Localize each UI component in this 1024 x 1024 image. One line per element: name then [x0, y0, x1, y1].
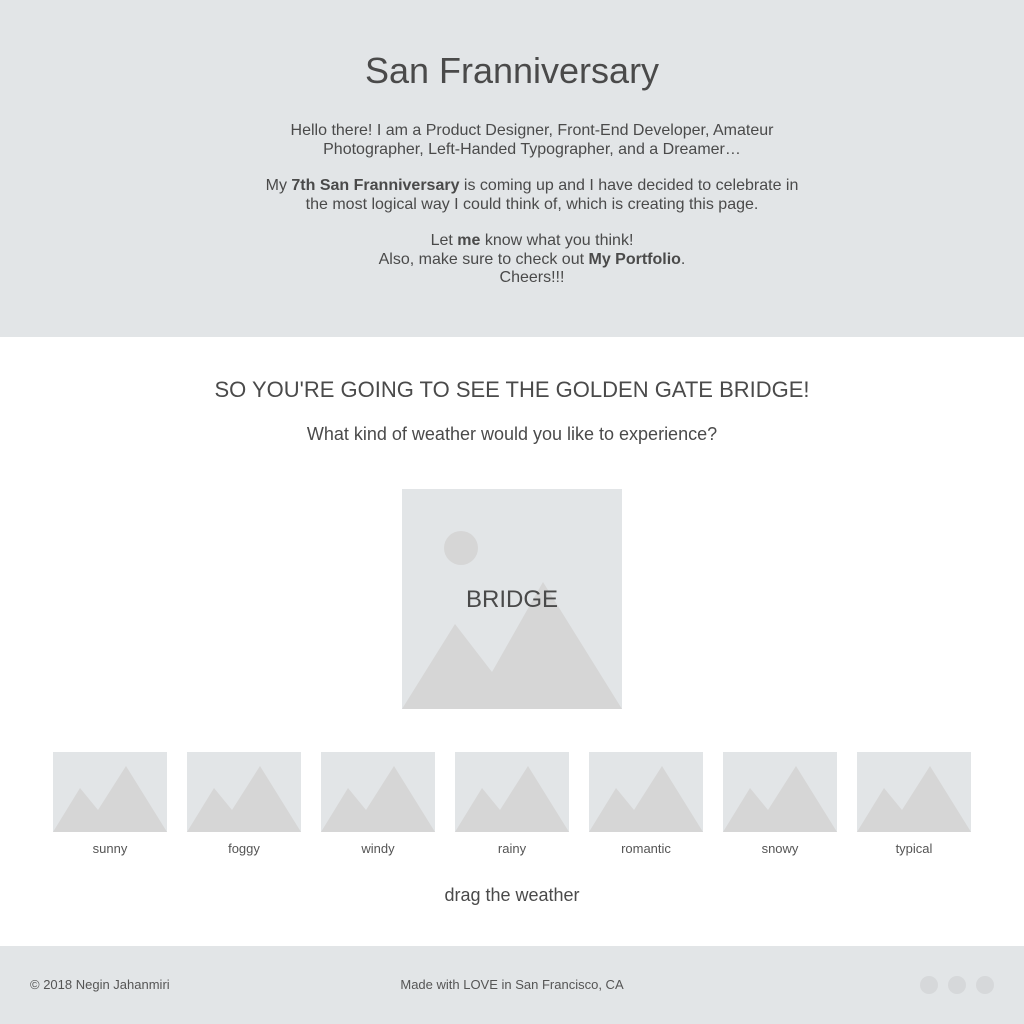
- weather-option-snowy[interactable]: snowy: [723, 752, 837, 856]
- footer: © 2018 Negin Jahanmiri Made with LOVE in…: [0, 946, 1024, 1024]
- portfolio-link[interactable]: My Portfolio: [588, 251, 680, 268]
- weather-thumbnail[interactable]: [857, 752, 971, 832]
- intro-paragraph-1: Hello there! I am a Product Designer, Fr…: [290, 122, 774, 158]
- weather-caption: typical: [895, 841, 933, 856]
- weather-option-foggy[interactable]: foggy: [187, 752, 301, 856]
- weather-thumbnail[interactable]: [321, 752, 435, 832]
- weather-option-sunny[interactable]: sunny: [53, 752, 167, 856]
- weather-thumbnail[interactable]: [53, 752, 167, 832]
- weather-caption: foggy: [228, 841, 260, 856]
- section-subheading: What kind of weather would you like to e…: [306, 424, 718, 444]
- social-link-2-icon[interactable]: [948, 976, 966, 994]
- intro-paragraph-2-start: My: [265, 177, 292, 194]
- know-text: know what you think!: [480, 232, 634, 249]
- bridge-drop-zone[interactable]: BRIDGE: [402, 489, 622, 709]
- placeholder-image-icon: [53, 766, 167, 832]
- weather-option-romantic[interactable]: romantic: [589, 752, 703, 856]
- drag-hint: drag the weather: [444, 885, 580, 905]
- let-text: Let: [430, 232, 458, 249]
- weather-thumbnail[interactable]: [723, 752, 837, 832]
- page-title: San Franniversary: [364, 50, 660, 91]
- weather-option-rainy[interactable]: rainy: [455, 752, 569, 856]
- placeholder-image-icon: [187, 766, 301, 832]
- cheers-text: Cheers!!!: [499, 269, 565, 286]
- placeholder-image-icon: [455, 766, 569, 832]
- made-with-text: Made with LOVE in San Francisco, CA: [400, 977, 624, 992]
- intro-paragraph-3: Let me know what you think! Also, make s…: [262, 232, 802, 288]
- weather-caption: rainy: [497, 841, 527, 856]
- weather-caption: windy: [361, 841, 395, 856]
- intro-paragraph-2: My 7th San Franniversary is coming up an…: [262, 177, 802, 214]
- bridge-label: BRIDGE: [465, 586, 558, 613]
- anniversary-highlight: 7th San Franniversary: [291, 177, 460, 194]
- weather-option-typical[interactable]: typical: [857, 752, 971, 856]
- also-text: Also, make sure to check out: [378, 250, 589, 268]
- weather-option-windy[interactable]: windy: [321, 752, 435, 856]
- placeholder-image-icon: [723, 766, 837, 832]
- weather-thumbnail[interactable]: [589, 752, 703, 832]
- section-heading: SO YOU'RE GOING TO SEE THE GOLDEN GATE B…: [214, 377, 810, 402]
- placeholder-image-icon: [321, 766, 435, 832]
- placeholder-image-icon: [857, 766, 971, 832]
- placeholder-image-icon: [589, 766, 703, 832]
- weather-thumbnail[interactable]: [455, 752, 569, 832]
- weather-caption: romantic: [621, 841, 671, 856]
- me-link[interactable]: me: [457, 232, 480, 249]
- weather-caption: sunny: [92, 841, 128, 856]
- social-link-3-icon[interactable]: [976, 976, 994, 994]
- intro-section: San Franniversary Hello there! I am a Pr…: [0, 0, 1024, 337]
- weather-thumbnail[interactable]: [187, 752, 301, 832]
- weather-caption: snowy: [761, 841, 799, 856]
- period-text: .: [680, 250, 686, 268]
- social-link-1-icon[interactable]: [920, 976, 938, 994]
